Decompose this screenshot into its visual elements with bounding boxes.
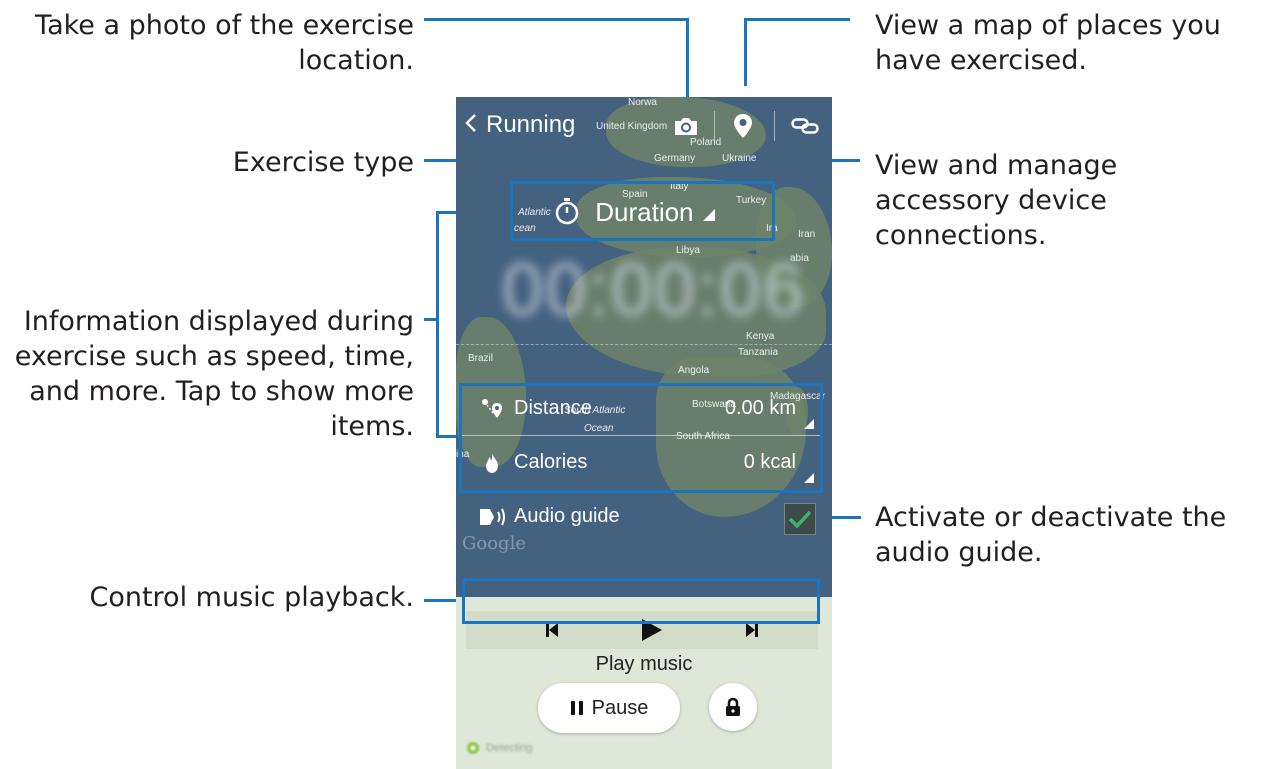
speaker-icon: [480, 508, 505, 526]
google-logo: Google: [462, 533, 526, 554]
lock-icon: [726, 697, 740, 716]
skip-next-icon: [746, 623, 758, 637]
map-equator: [456, 344, 832, 345]
duration-selector[interactable]: Duration: [554, 197, 715, 228]
link-icon: [791, 118, 819, 134]
annotation-accessory: View and manage accessory device connect…: [875, 150, 1118, 251]
stat-row-distance[interactable]: Distance 0.00 km: [462, 383, 820, 435]
audio-guide-checkbox[interactable]: [784, 503, 816, 535]
gps-icon: [467, 742, 479, 754]
camera-button[interactable]: [669, 109, 703, 143]
skip-previous-icon: [546, 623, 558, 637]
toolbar-separator: [774, 111, 775, 141]
stat-value: 0 kcal: [743, 451, 796, 473]
map-label: Brazil: [468, 353, 494, 364]
annotation-map: View a map of places you have exercised.: [875, 10, 1221, 76]
music-controls-highlight: [462, 578, 820, 624]
flame-icon: [486, 453, 498, 473]
checkmark-icon: [788, 510, 812, 529]
app-bar: Running: [456, 97, 832, 155]
annotation-photo: Take a photo of the exercise location.: [35, 10, 414, 76]
map-label: Iran: [798, 229, 816, 240]
map-pin-icon: [734, 114, 752, 138]
callout-line-photo-h: [424, 18, 688, 21]
stat-label: Calories: [514, 451, 588, 473]
gps-status-label: Detecting: [486, 742, 533, 754]
map-label: Kenya: [746, 331, 775, 342]
annotation-info: Information displayed during exercise su…: [14, 306, 414, 442]
pause-button[interactable]: Pause: [538, 683, 680, 733]
duration-label: Duration: [595, 197, 694, 227]
stopwatch-icon: [555, 198, 579, 225]
callout-line-photo-v: [686, 18, 689, 106]
audio-guide-label: Audio guide: [514, 505, 620, 527]
callout-line-info-v: [436, 211, 439, 437]
back-button[interactable]: [464, 111, 478, 142]
lock-button[interactable]: [709, 683, 757, 731]
phone-screen: Norwa United Kingdom Poland Germany Ukra…: [456, 97, 832, 769]
dropdown-corner-icon: [804, 419, 814, 429]
gps-status: Detecting: [466, 741, 532, 755]
map-label: Angola: [678, 365, 710, 376]
duration-value: 00:00:06: [502, 248, 807, 331]
annotation-exercise-type: Exercise type: [232, 147, 414, 178]
annotation-audio: Activate or deactivate the audio guide.: [875, 502, 1227, 568]
callout-line-map-h: [744, 18, 850, 21]
map-label: Tanzania: [738, 347, 779, 358]
pause-label: Pause: [591, 696, 649, 719]
stat-divider: [462, 435, 820, 436]
exercise-type-title[interactable]: Running: [486, 111, 575, 139]
play-music-label: Play music: [595, 653, 693, 675]
stat-value: 0.00 km: [724, 397, 796, 419]
pause-icon: [570, 701, 583, 715]
annotation-music: Control music playback.: [89, 582, 414, 613]
stat-label: Distance: [514, 397, 592, 419]
stat-row-calories[interactable]: Calories 0 kcal: [462, 437, 820, 489]
back-icon: [465, 114, 476, 132]
camera-icon: [675, 118, 697, 135]
toolbar-separator: [714, 111, 715, 141]
dropdown-corner-icon: [702, 209, 715, 221]
map-button[interactable]: [726, 109, 760, 143]
callout-line-map-v: [744, 18, 747, 86]
dropdown-corner-icon: [804, 473, 814, 483]
route-icon: [482, 399, 502, 418]
accessory-button[interactable]: [788, 109, 822, 143]
